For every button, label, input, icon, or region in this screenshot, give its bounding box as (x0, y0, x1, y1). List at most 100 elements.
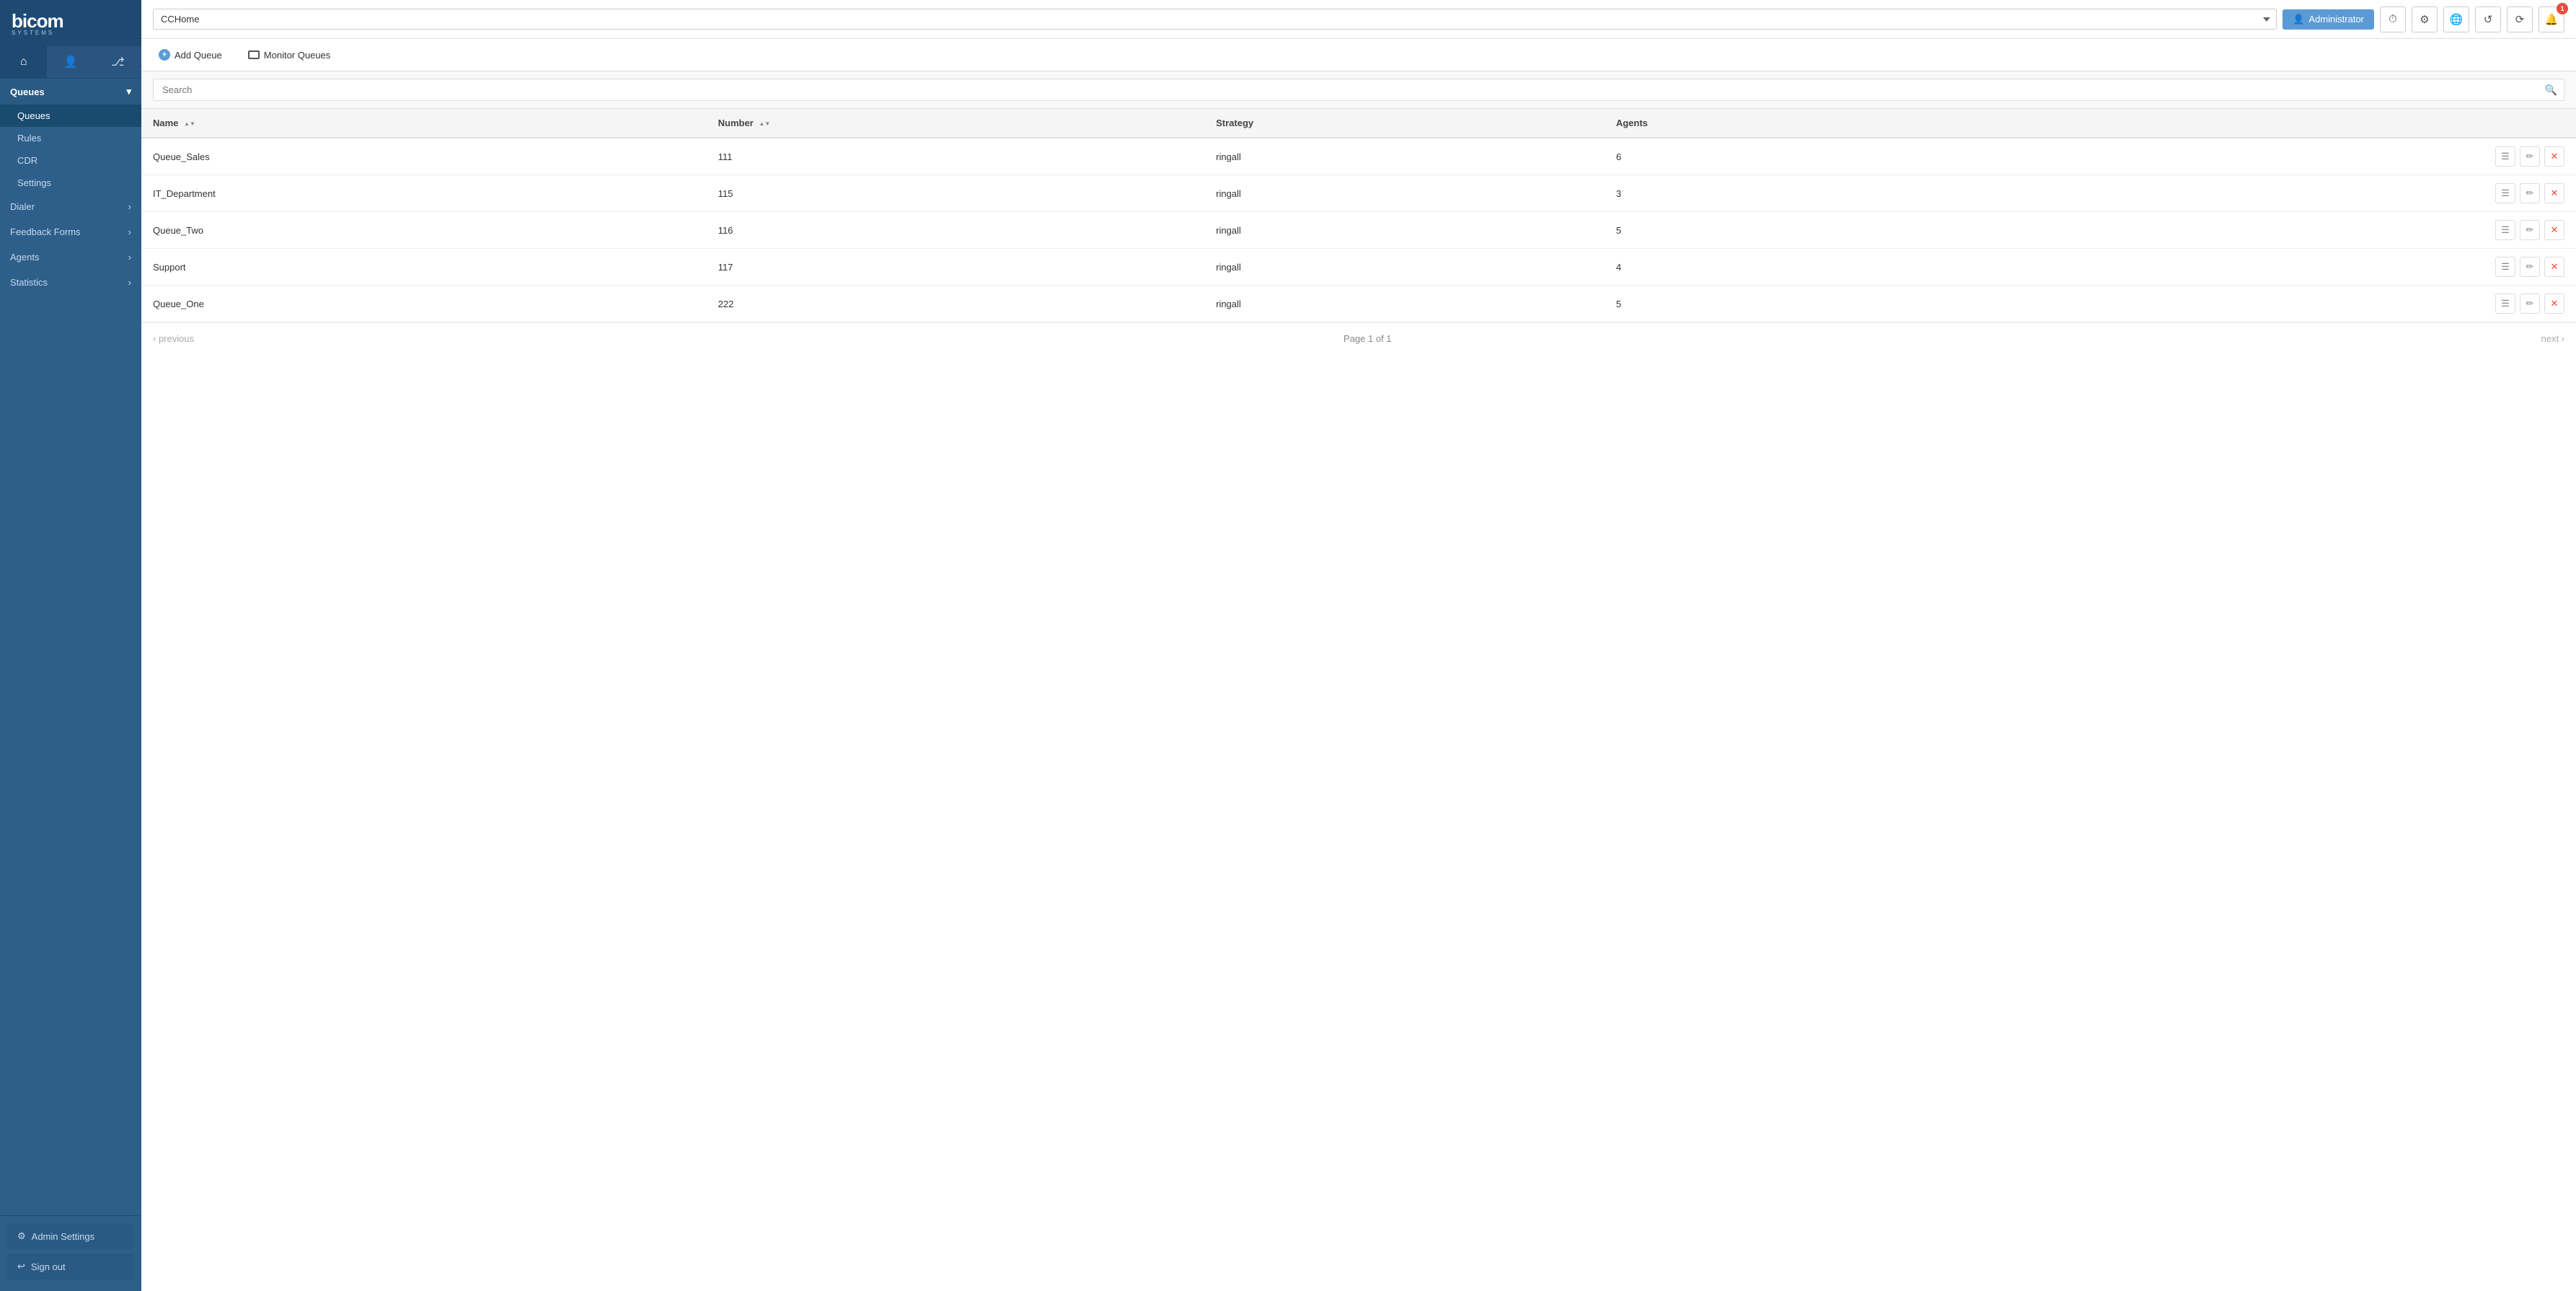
table-row: Queue_One 222 ringall 5 ☰ ✏ ✕ (141, 286, 2576, 322)
agents-column-header: Agents (1605, 109, 1967, 138)
sidebar-item-statistics[interactable]: Statistics › (0, 270, 141, 295)
sidebar-bottom: ⚙ Admin Settings ↩ Sign out (0, 1215, 141, 1291)
sidebar-item-agents[interactable]: Agents › (0, 244, 141, 270)
row-actions-cell: ☰ ✏ ✕ (1967, 249, 2576, 286)
clock-icon: ⏱ (2388, 13, 2397, 25)
logo: bicomSYSTEMS (12, 10, 63, 36)
row-agents-cell: 5 (1605, 212, 1967, 249)
sign-out-button[interactable]: ↩ Sign out (7, 1253, 134, 1279)
sidebar-logo: bicomSYSTEMS (0, 0, 141, 46)
search-icon-button[interactable]: 🔍 (2545, 84, 2557, 96)
row-delete-button[interactable]: ✕ (2544, 220, 2564, 240)
queues-group-header[interactable]: Queues ▾ (0, 79, 141, 105)
number-column-header[interactable]: Number ▲▼ (707, 109, 1204, 138)
row-delete-button[interactable]: ✕ (2544, 294, 2564, 314)
pagination: ‹ previous Page 1 of 1 next › (141, 322, 2576, 354)
user-menu-button[interactable]: 👤 Administrator (2282, 9, 2374, 30)
table-row: IT_Department 115 ringall 3 ☰ ✏ ✕ (141, 175, 2576, 212)
table-row: Queue_Sales 111 ringall 6 ☰ ✏ ✕ (141, 138, 2576, 175)
queues-tbody: Queue_Sales 111 ringall 6 ☰ ✏ ✕ IT_Depar… (141, 138, 2576, 322)
search-input-wrap: 🔍 (153, 79, 2564, 101)
row-actions-cell: ☰ ✏ ✕ (1967, 286, 2576, 322)
row-details-button[interactable]: ☰ (2495, 220, 2515, 240)
sidebar-icon-bar: ⌂ 👤 ⎇ (0, 46, 141, 79)
row-delete-button[interactable]: ✕ (2544, 146, 2564, 167)
sidebar-item-dialer[interactable]: Dialer › (0, 194, 141, 219)
row-actions-cell: ☰ ✏ ✕ (1967, 175, 2576, 212)
sidebar-item-cdr[interactable]: CDR (0, 149, 141, 172)
globe-icon: 🌐 (2450, 13, 2463, 26)
refresh-icon-button[interactable]: ⟳ (2507, 6, 2533, 32)
row-strategy-cell: ringall (1204, 175, 1605, 212)
sidebar-item-rules[interactable]: Rules (0, 127, 141, 149)
row-details-button[interactable]: ☰ (2495, 146, 2515, 167)
sidebar: bicomSYSTEMS ⌂ 👤 ⎇ Queues ▾ Queues Rules… (0, 0, 141, 1291)
add-icon: + (159, 49, 170, 61)
search-bar: 🔍 (141, 71, 2576, 109)
sidebar-item-settings[interactable]: Settings (0, 172, 141, 194)
user-nav-button[interactable]: 👤 (47, 46, 94, 78)
row-details-button[interactable]: ☰ (2495, 294, 2515, 314)
monitor-queues-button[interactable]: Monitor Queues (242, 47, 337, 63)
row-name-cell: Queue_One (141, 286, 707, 322)
ccHome-select[interactable]: CCHome (153, 9, 2277, 30)
row-strategy-cell: ringall (1204, 286, 1605, 322)
row-name-cell: Queue_Sales (141, 138, 707, 175)
row-edit-button[interactable]: ✏ (2520, 257, 2540, 277)
bell-icon-button[interactable]: 🔔 1 (2538, 6, 2564, 32)
share-nav-button[interactable]: ⎇ (94, 46, 141, 78)
row-details-button[interactable]: ☰ (2495, 257, 2515, 277)
home-nav-button[interactable]: ⌂ (0, 46, 47, 78)
row-actions-cell: ☰ ✏ ✕ (1967, 138, 2576, 175)
prev-page-button[interactable]: ‹ previous (153, 333, 194, 344)
page-info: Page 1 of 1 (1344, 333, 1392, 344)
queues-table-container: Name ▲▼ Number ▲▼ Strategy Agents (141, 109, 2576, 1291)
row-name-cell: Support (141, 249, 707, 286)
row-number-cell: 111 (707, 138, 1204, 175)
clock-icon-button[interactable]: ⏱ (2380, 6, 2406, 32)
row-edit-button[interactable]: ✏ (2520, 294, 2540, 314)
row-edit-button[interactable]: ✏ (2520, 146, 2540, 167)
row-agents-cell: 5 (1605, 286, 1967, 322)
user-icon: 👤 (2293, 14, 2304, 25)
add-queue-button[interactable]: + Add Queue (153, 46, 228, 63)
notification-badge: 1 (2557, 3, 2568, 14)
row-strategy-cell: ringall (1204, 249, 1605, 286)
globe-icon-button[interactable]: 🌐 (2443, 6, 2469, 32)
bell-icon: 🔔 (2545, 13, 2559, 26)
sidebar-item-queues[interactable]: Queues (0, 105, 141, 127)
monitor-icon (248, 50, 260, 59)
next-page-button[interactable]: next › (2541, 333, 2564, 344)
row-edit-button[interactable]: ✏ (2520, 183, 2540, 203)
row-delete-button[interactable]: ✕ (2544, 183, 2564, 203)
search-icon: 🔍 (2545, 84, 2557, 95)
gear-icon: ⚙ (2420, 13, 2429, 26)
search-input[interactable] (153, 79, 2564, 101)
queues-table: Name ▲▼ Number ▲▼ Strategy Agents (141, 109, 2576, 322)
refresh-alt-icon-button[interactable]: ↺ (2475, 6, 2501, 32)
row-agents-cell: 3 (1605, 175, 1967, 212)
row-name-cell: Queue_Two (141, 212, 707, 249)
row-number-cell: 116 (707, 212, 1204, 249)
row-delete-button[interactable]: ✕ (2544, 257, 2564, 277)
action-bar: + Add Queue Monitor Queues (141, 39, 2576, 71)
row-number-cell: 222 (707, 286, 1204, 322)
table-row: Support 117 ringall 4 ☰ ✏ ✕ (141, 249, 2576, 286)
refresh-alt-icon: ↺ (2484, 13, 2493, 26)
name-sort-icon: ▲▼ (184, 121, 195, 127)
table-row: Queue_Two 116 ringall 5 ☰ ✏ ✕ (141, 212, 2576, 249)
settings-icon-button[interactable]: ⚙ (2412, 6, 2438, 32)
row-strategy-cell: ringall (1204, 212, 1605, 249)
main-content: CCHome 👤 Administrator ⏱ ⚙ 🌐 ↺ ⟳ 🔔 1 + A… (141, 0, 2576, 1291)
row-details-button[interactable]: ☰ (2495, 183, 2515, 203)
name-column-header[interactable]: Name ▲▼ (141, 109, 707, 138)
refresh-icon: ⟳ (2515, 13, 2525, 26)
row-edit-button[interactable]: ✏ (2520, 220, 2540, 240)
sidebar-nav: Queues ▾ Queues Rules CDR Settings Diale… (0, 79, 141, 1215)
row-agents-cell: 4 (1605, 249, 1967, 286)
sidebar-item-feedback-forms[interactable]: Feedback Forms › (0, 219, 141, 244)
admin-settings-button[interactable]: ⚙ Admin Settings (7, 1223, 134, 1249)
strategy-column-header: Strategy (1204, 109, 1605, 138)
number-sort-icon: ▲▼ (759, 121, 770, 127)
topbar: CCHome 👤 Administrator ⏱ ⚙ 🌐 ↺ ⟳ 🔔 1 (141, 0, 2576, 39)
